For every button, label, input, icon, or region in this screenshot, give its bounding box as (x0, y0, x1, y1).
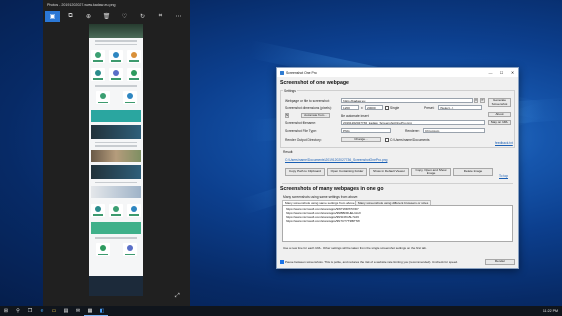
search-icon[interactable]: ⚲ (12, 306, 24, 316)
section1-title: Screenshot of one webpage (280, 80, 349, 86)
feedback-link[interactable]: feedback.txt (495, 141, 513, 145)
settings-label: Settings (283, 89, 297, 93)
photos-title: Photos - 20191202027.www.kadaw-eu.png (47, 3, 116, 7)
refresh-icon[interactable]: ⟳ (480, 98, 485, 103)
width-input[interactable]: 1200 (341, 105, 359, 110)
height-input[interactable]: 20000 (365, 105, 383, 110)
delete-icon[interactable]: 🗑 (99, 11, 114, 22)
photos-window: Photos - 20191202027.www.kadaw-eu.png ▣ … (43, 0, 190, 306)
renderer-label: Renderer: (405, 129, 420, 133)
single-label: Single (390, 106, 400, 110)
copy-path-button[interactable]: Copy Path to Clipboard (285, 168, 325, 176)
photos-icon[interactable]: ▦ (84, 306, 96, 316)
image-icon[interactable]: ▣ (45, 11, 60, 22)
generate-button[interactable]: Generate Screenshot (488, 98, 511, 107)
heart-icon[interactable]: ♡ (117, 11, 132, 22)
desktop: Photos - 20191202027.www.kadaw-eu.png ▣ … (0, 0, 562, 306)
renderer-select[interactable]: Chromium (423, 128, 485, 133)
store-icon[interactable]: ▤ (60, 306, 72, 316)
expand-icon[interactable]: ⤢ (175, 293, 180, 300)
output-dir-label: Render Output Directory: (285, 138, 322, 142)
stay-on-url-button[interactable]: Stay on URL (488, 120, 511, 125)
dollar-button[interactable]: $ (285, 113, 289, 118)
photos-toolbar: ▣ ⧉ ⊕ 🗑 ♡ ↻ ⌗ ⋯ (43, 10, 190, 23)
maximize-button[interactable]: ☐ (496, 68, 507, 77)
mail-icon[interactable]: ✉ (72, 306, 84, 316)
single-checkbox[interactable] (385, 106, 389, 110)
about-button[interactable]: About (488, 112, 511, 117)
copy-open-show-button[interactable]: Copy, Open and Show Image (411, 168, 451, 176)
times-label: x (361, 106, 363, 110)
many-description: Many screenshots using same settings fro… (283, 195, 359, 199)
preset-select[interactable]: (Select...) (438, 105, 482, 110)
to-top-link[interactable]: To top (499, 174, 508, 178)
automate-button[interactable]: Automate from... (301, 113, 330, 118)
crop-icon[interactable]: ⌗ (153, 11, 168, 22)
task-view-icon[interactable]: ❐ (24, 306, 36, 316)
close-button[interactable]: ✕ (507, 68, 518, 77)
pause-label: Pause between screenshots. This is polit… (285, 260, 458, 264)
more-icon[interactable]: ⋯ (171, 11, 186, 22)
minimize-button[interactable]: — (485, 68, 496, 77)
start-icon[interactable]: ⊞ (0, 306, 12, 316)
change-button[interactable]: Change... (341, 137, 381, 142)
zoom-icon[interactable]: ⊕ (81, 11, 96, 22)
browse-button[interactable]: ▾ (474, 98, 478, 103)
window-titlebar: Screenshot One Pro — ☐ ✕ (277, 68, 518, 77)
file-explorer-icon[interactable]: ▭ (48, 306, 60, 316)
filename-label: Screenshot filename: (285, 121, 316, 125)
result-label: Result: (283, 150, 294, 154)
open-folder-button[interactable]: Open Containing Folder (327, 168, 367, 176)
copy-icon[interactable]: ⧉ (63, 11, 78, 22)
filetype-select[interactable]: PNG (341, 128, 391, 133)
output-dir-checkbox[interactable] (385, 138, 389, 142)
auto-note: Be automate insert (341, 114, 369, 118)
screenshot-one-icon[interactable]: ◧ (96, 306, 108, 316)
rotate-icon[interactable]: ↻ (135, 11, 150, 22)
window-title: Screenshot One Pro (286, 70, 317, 75)
filename-input[interactable]: 20191202027736_kadaw_ScreenshotOnePro.pn… (341, 120, 485, 125)
dimensions-label: Screenshot dimensions (pixels): (285, 106, 332, 110)
pause-checkbox[interactable] (280, 260, 284, 264)
system-tray: 11:22 PM (543, 306, 558, 316)
taskbar: ⊞ ⚲ ❐ e ▭ ▤ ✉ ▦ ◧ 11:22 PM (0, 306, 562, 316)
urls-textarea[interactable]: https://www.microsoft.com/store/apps/9WT… (282, 205, 513, 242)
edge-icon[interactable]: e (36, 306, 48, 316)
preset-label: Preset: (424, 106, 435, 110)
clock[interactable]: 11:22 PM (543, 309, 558, 313)
urls-hint: Use a new line for each URL. Other setti… (283, 246, 427, 250)
screenshot-image (89, 24, 143, 296)
show-viewer-button[interactable]: Show in Default Viewer (369, 168, 409, 176)
webpage-input[interactable]: https://kadaw.eu (341, 98, 473, 103)
app-icon (280, 70, 284, 75)
webpage-label: Webpage or file to screenshot: (285, 99, 330, 103)
section-divider (282, 183, 513, 184)
output-dir-value: C:\Users\name\Documents (390, 138, 430, 142)
url-line: https://www.microsoft.com/store/apps/9N7… (286, 218, 360, 223)
result-path-link[interactable]: C:\Users\name\Documents\20191202027736_S… (285, 158, 387, 162)
section2-title: Screenshots of many webpages in one go (280, 186, 384, 192)
delete-image-button[interactable]: Delete Image (453, 168, 493, 176)
filetype-label: Screenshot File Type: (285, 129, 317, 133)
screenshot-one-window: Screenshot One Pro — ☐ ✕ Screenshot of o… (276, 67, 519, 269)
render-button[interactable]: Render (485, 259, 515, 265)
